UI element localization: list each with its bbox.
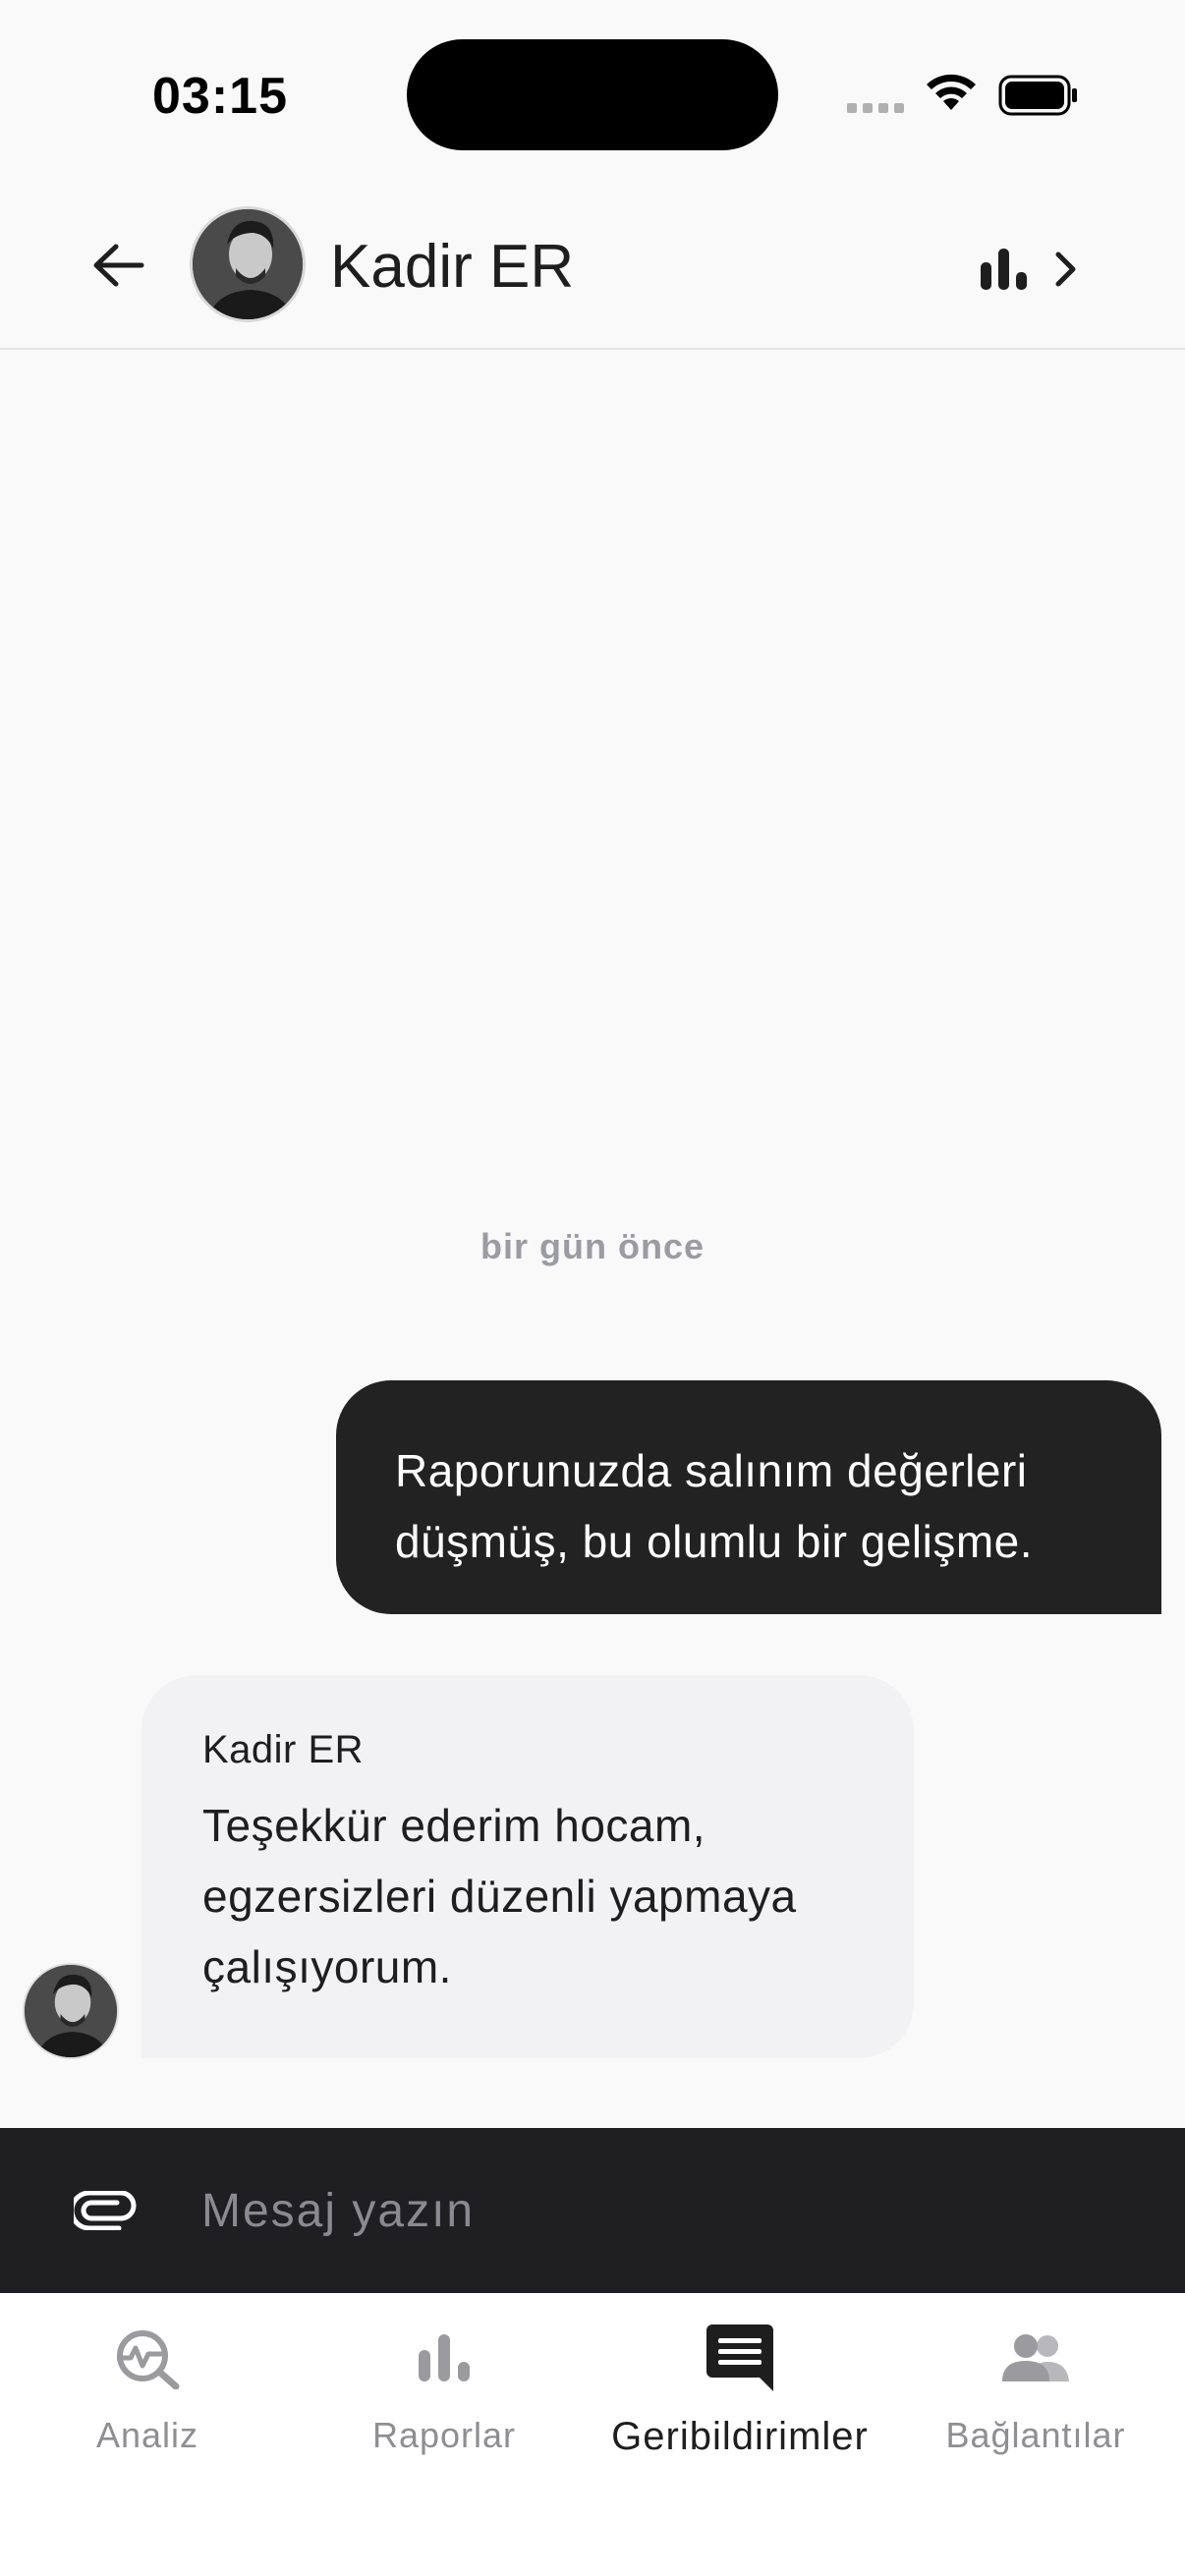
message-line: Raporunuzda salınım değerleri bbox=[395, 1445, 1028, 1496]
tab-baglantilar[interactable]: Bağlantılar bbox=[888, 2319, 1183, 2476]
chat-bubble-icon bbox=[706, 2324, 773, 2391]
bar-chart-icon bbox=[419, 2334, 470, 2381]
people-icon bbox=[1002, 2334, 1069, 2381]
tab-analiz[interactable]: Analiz bbox=[0, 2319, 295, 2476]
tab-label: Geribildirimler bbox=[611, 2415, 869, 2458]
contact-avatar[interactable] bbox=[190, 206, 306, 322]
tab-label: Analiz bbox=[95, 2415, 199, 2455]
analysis-search-icon bbox=[117, 2330, 180, 2389]
message-line: Teşekkür ederim hocam, bbox=[202, 1800, 706, 1851]
sent-message-bubble[interactable]: Raporunuzda salınım değerleri düşmüş, bu… bbox=[336, 1380, 1161, 1614]
message-input[interactable] bbox=[201, 2171, 1125, 2250]
arrow-left-icon bbox=[93, 244, 144, 287]
attach-button[interactable] bbox=[71, 2179, 140, 2242]
tab-label: Bağlantılar bbox=[945, 2415, 1126, 2455]
status-time: 03:15 bbox=[152, 68, 288, 125]
bar-chart-icon bbox=[981, 249, 1027, 290]
sender-name: Kadir ER bbox=[202, 1728, 365, 1771]
message-line: egzersizleri düzenli yapmaya bbox=[202, 1871, 797, 1922]
battery-icon bbox=[998, 75, 1079, 121]
back-button[interactable] bbox=[86, 234, 149, 297]
tab-geribildirimler[interactable]: Geribildirimler bbox=[592, 2319, 887, 2476]
contact-name[interactable]: Kadir ER bbox=[330, 232, 574, 302]
reports-shortcut-button[interactable] bbox=[979, 238, 1099, 301]
paperclip-icon bbox=[74, 2191, 137, 2230]
received-message-bubble[interactable]: Kadir ER Teşekkür ederim hocam, egzersiz… bbox=[141, 1675, 914, 2058]
chat-header: Kadir ER bbox=[0, 187, 1185, 350]
tab-raporlar[interactable]: Raporlar bbox=[297, 2319, 592, 2476]
sender-avatar[interactable] bbox=[23, 1963, 119, 2059]
dynamic-island bbox=[407, 39, 778, 150]
message-timestamp: bir gün önce bbox=[480, 1226, 705, 1266]
chevron-right-icon bbox=[1055, 252, 1076, 287]
message-line: çalışıyorum. bbox=[202, 1941, 452, 1992]
cellular-signal-icon bbox=[847, 103, 904, 113]
status-bar: 03:15 bbox=[0, 0, 1185, 187]
wifi-icon bbox=[924, 71, 979, 119]
message-line: düşmüş, bu olumlu bir gelişme. bbox=[395, 1516, 1034, 1567]
bottom-navigation: Analiz Raporlar Geribildirimler Bağlantı… bbox=[0, 2293, 1185, 2576]
message-composer bbox=[0, 2128, 1185, 2293]
tab-label: Raporlar bbox=[371, 2415, 517, 2455]
